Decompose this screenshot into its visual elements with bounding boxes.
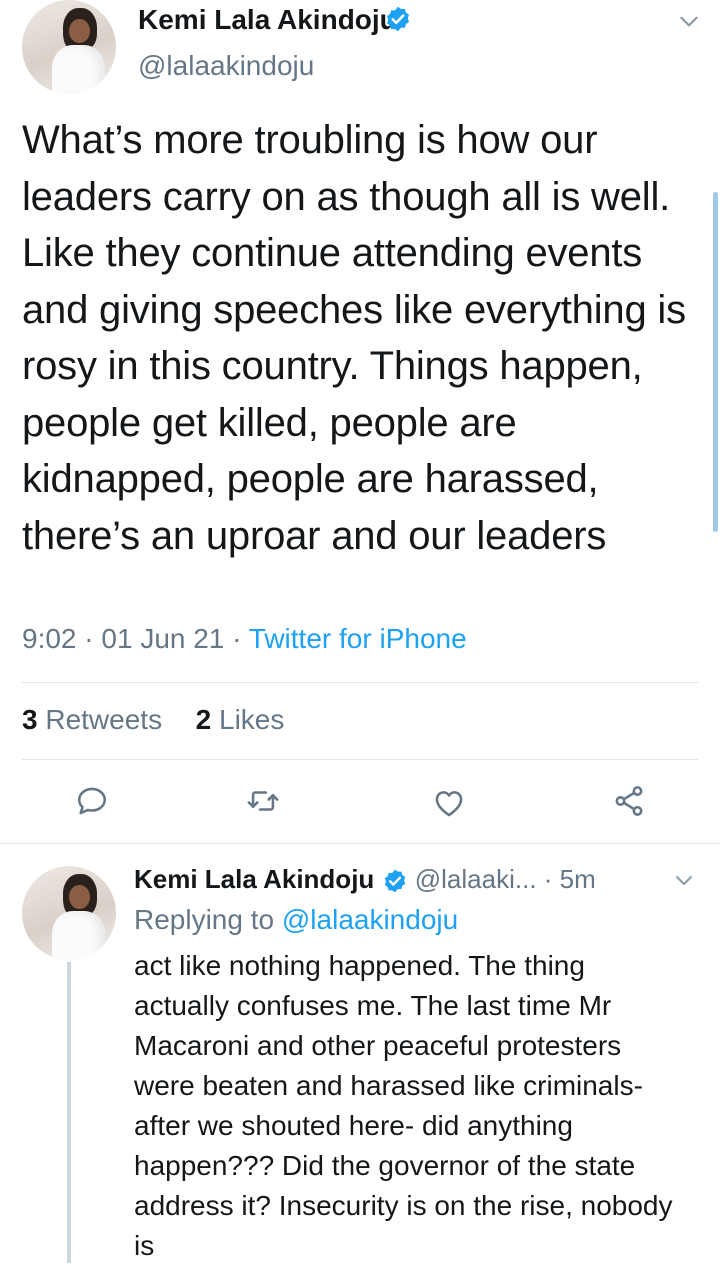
tweet-time: 9:02 [22, 623, 77, 654]
verified-badge-icon [382, 866, 408, 897]
meta-separator: · [84, 623, 102, 654]
author-name[interactable]: Kemi Lala Akindoju [138, 4, 397, 36]
like-icon[interactable] [432, 786, 466, 825]
replying-to-label: Replying to [134, 904, 275, 935]
retweets-stat[interactable]: 3 Retweets [22, 704, 170, 735]
tweet-meta: 9:02 · 01 Jun 21 · Twitter for iPhone [22, 623, 467, 655]
share-icon[interactable] [612, 784, 646, 823]
likes-stat[interactable]: 2 Likes [196, 704, 285, 735]
author-avatar[interactable] [22, 0, 116, 94]
chevron-down-icon[interactable] [676, 8, 702, 39]
reply-author-handle[interactable]: @lalaaki... [415, 864, 537, 894]
divider [22, 759, 698, 760]
verified-badge-icon [384, 5, 412, 38]
meta-separator: · [232, 623, 249, 654]
tweet-stats: 3 Retweets 2 Likes [22, 704, 284, 736]
reply-author-avatar[interactable] [22, 866, 116, 960]
likes-count: 2 [195, 704, 212, 735]
author-handle[interactable]: @lalaakindoju [138, 50, 314, 82]
chevron-down-icon[interactable] [672, 868, 696, 897]
reply-tweet-text: act like nothing happened. The thing act… [134, 950, 673, 1261]
replying-to: Replying to @lalaakindoju [134, 904, 458, 936]
scrollbar[interactable] [713, 192, 718, 532]
retweets-count: 3 [22, 704, 38, 735]
meta-separator: · [543, 864, 560, 894]
reply-header: Kemi Lala Akindoju @lalaaki... · 5m [134, 864, 596, 897]
reply-author-name[interactable]: Kemi Lala Akindoju [134, 864, 374, 894]
divider [0, 843, 720, 844]
reply-icon[interactable] [75, 784, 109, 823]
divider [22, 682, 698, 683]
tweet-date: 01 Jun 21 [101, 623, 225, 654]
retweet-icon[interactable] [246, 784, 280, 823]
retweets-label: Retweets [45, 704, 163, 735]
likes-label: Likes [219, 704, 285, 735]
replying-to-handle-link[interactable]: @lalaakindoju [282, 904, 458, 935]
tweet-source-link[interactable]: Twitter for iPhone [249, 623, 467, 654]
reply-time-ago[interactable]: 5m [560, 864, 596, 894]
tweet-text: What’s more troubling is how our leaders… [22, 118, 686, 558]
thread-line [67, 962, 71, 1263]
